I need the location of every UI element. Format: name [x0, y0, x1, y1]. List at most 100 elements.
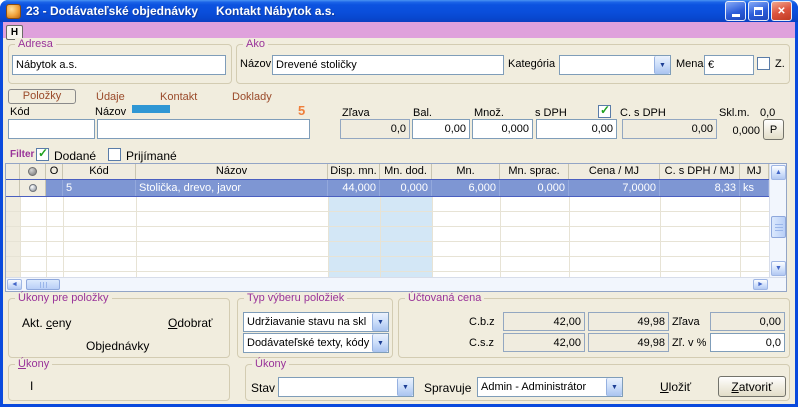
maximize-button[interactable] [748, 1, 769, 21]
close-button[interactable]: ✕ [771, 1, 792, 21]
scroll-right-button[interactable]: ► [753, 279, 768, 290]
ukony-left-legend: Úkony [15, 358, 52, 370]
objednavky-action[interactable]: Objednávky [86, 339, 149, 353]
table-row-selected[interactable]: 5 Stolička, drevo, javor 44,000 0,000 6,… [6, 179, 769, 197]
stav-select[interactable]: ▼ [278, 377, 414, 397]
uctovana-zlava-field[interactable] [710, 312, 785, 331]
header-nazov[interactable]: Názov [136, 164, 328, 179]
drag-indicator-bar [132, 105, 170, 113]
titlebar[interactable]: 23 - Dodávateľské objednávkyKontakt Náby… [0, 0, 798, 22]
csdph-label: C. s DPH [620, 107, 666, 119]
bal-field[interactable] [412, 119, 470, 139]
akt-ceny-action[interactable]: Akt. ceny [22, 316, 71, 330]
cell-nazov: Stolička, drevo, javor [136, 180, 328, 196]
minimize-icon [732, 14, 740, 17]
horizontal-scroll-thumb[interactable] [26, 279, 60, 290]
chevron-down-icon[interactable]: ▼ [372, 313, 388, 331]
cbz-field-1[interactable] [503, 312, 585, 331]
csdph-field[interactable] [622, 119, 717, 139]
chevron-down-icon[interactable]: ▼ [397, 378, 413, 396]
horizontal-scrollbar[interactable]: ◄ ► [6, 277, 786, 291]
label-part: atvoriť [739, 380, 773, 394]
header-cena-mj[interactable]: Cena / MJ [569, 164, 660, 179]
csz-field-2[interactable] [588, 333, 669, 352]
nazov-input[interactable] [272, 55, 504, 75]
vertical-scrollbar[interactable]: ▲ ▼ [769, 164, 786, 277]
adresa-input[interactable] [12, 55, 226, 75]
text-cursor: I [30, 379, 33, 393]
ukony-polozky-legend: Úkony pre položky [15, 292, 112, 304]
cell-mn: 6,000 [432, 180, 500, 196]
kategoria-label: Kategória [508, 58, 555, 70]
scroll-up-button[interactable]: ▲ [771, 165, 786, 180]
mena-label: Mena [676, 58, 704, 70]
zlava-field[interactable] [340, 119, 410, 139]
bal-label: Bal. [413, 107, 432, 119]
p-button[interactable]: P [763, 119, 784, 140]
cell-o [46, 180, 63, 196]
kategoria-select[interactable]: ▼ [559, 55, 671, 75]
ukony-right-legend: Úkony [252, 358, 289, 370]
ulozit-action[interactable]: Uložiť [660, 380, 691, 394]
sklm-top-value: 0,0 [760, 107, 775, 119]
header-mj[interactable]: MJ [740, 164, 769, 179]
tab-doklady[interactable]: Doklady [232, 91, 272, 103]
spravuje-value: Admin - Administrátor [478, 378, 606, 396]
zl-percent-field[interactable] [710, 333, 785, 352]
toolbar-strip [3, 22, 795, 38]
sdph-field[interactable] [536, 119, 617, 139]
adresa-legend: Adresa [15, 38, 56, 50]
chevron-down-icon[interactable]: ▼ [654, 56, 670, 74]
scroll-down-button[interactable]: ▼ [771, 261, 786, 276]
cell-mn-sprac: 0,000 [500, 180, 569, 196]
uctovana-cena-legend: Účtovaná cena [405, 292, 484, 304]
nazov-label: Názov [240, 58, 271, 70]
tab-udaje[interactable]: Údaje [96, 91, 125, 103]
maximize-icon [754, 7, 763, 16]
header-kod[interactable]: Kód [63, 164, 136, 179]
spravuje-select[interactable]: Admin - Administrátor ▼ [477, 377, 623, 397]
combo-arrow-glyph: ▼ [659, 62, 666, 69]
header-marker-column[interactable] [20, 164, 46, 179]
typ-vyberu-select-2[interactable]: Dodávateľské texty, kódy ▼ [243, 333, 389, 353]
header-disp-mn[interactable]: Disp. mn. [328, 164, 380, 179]
mena-input[interactable] [704, 55, 754, 75]
entry-nazov-label: Názov [95, 106, 126, 118]
header-mn-sprac[interactable]: Mn. sprac. [500, 164, 569, 179]
cbz-field-2[interactable] [588, 312, 669, 331]
header-mn[interactable]: Mn. [432, 164, 500, 179]
tab-polozky[interactable]: Položky [8, 89, 76, 104]
ako-legend: Ako [243, 38, 268, 50]
header-csdph-mj[interactable]: C. s DPH / MJ [660, 164, 740, 179]
stav-label: Stav [251, 381, 275, 395]
mnoz-field[interactable] [472, 119, 533, 139]
chevron-down-icon[interactable]: ▼ [372, 334, 388, 352]
vertical-scroll-thumb[interactable] [771, 216, 786, 238]
filter-label: Filter [10, 149, 34, 160]
csz-field-1[interactable] [503, 333, 585, 352]
kod-input[interactable] [8, 119, 95, 139]
kod-label: Kód [10, 106, 30, 118]
close-icon: ✕ [777, 6, 785, 17]
table-header: O Kód Názov Disp. mn. Mn. dod. Mn. Mn. s… [6, 164, 769, 179]
sdph-checkbox[interactable]: ✓ [598, 105, 611, 118]
header-o[interactable]: O [46, 164, 63, 179]
header-mn-dod[interactable]: Mn. dod. [380, 164, 432, 179]
odobrat-action[interactable]: Odobrať [168, 316, 213, 330]
tab-kontakt[interactable]: Kontakt [160, 91, 197, 103]
minimize-button[interactable] [725, 1, 746, 21]
app-icon [6, 4, 21, 19]
stav-value [279, 378, 397, 396]
table-empty-rows[interactable] [6, 197, 769, 277]
dodane-checkbox[interactable]: ✓ [36, 148, 49, 161]
chevron-down-icon[interactable]: ▼ [606, 378, 622, 396]
prijimane-checkbox[interactable] [108, 148, 121, 161]
zatvorit-button[interactable]: Zatvoriť [718, 376, 786, 397]
prijimane-label: Prijímané [126, 149, 177, 163]
scroll-left-button[interactable]: ◄ [7, 279, 22, 290]
label-part: U [660, 380, 669, 394]
typ-vyberu-select-1[interactable]: Udržiavanie stavu na skl ▼ [243, 312, 389, 332]
z-checkbox[interactable] [757, 57, 770, 70]
entry-nazov-input[interactable] [97, 119, 310, 139]
item-count: 5 [298, 103, 305, 118]
